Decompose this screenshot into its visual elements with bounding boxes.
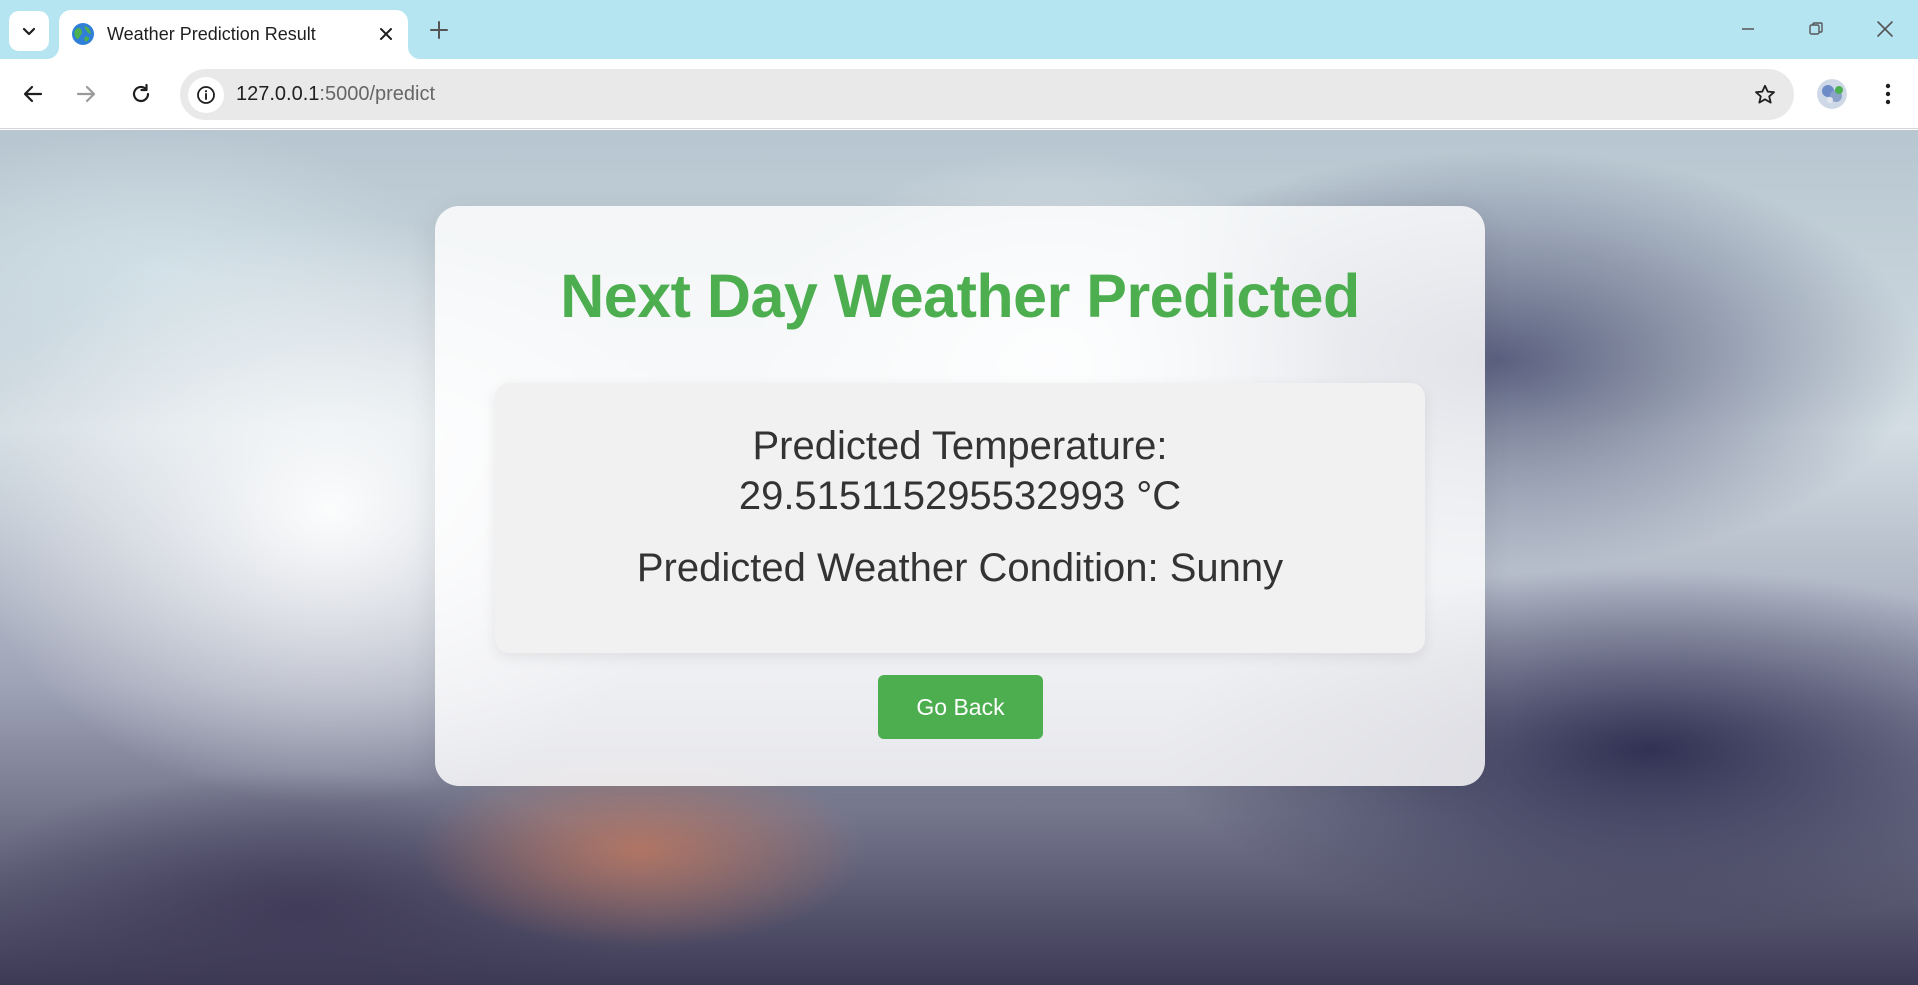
page-viewport: Next Day Weather Predicted Predicted Tem… (0, 130, 1918, 985)
back-button[interactable] (13, 74, 53, 114)
tab-title: Weather Prediction Result (107, 24, 316, 44)
tab-strip: Weather Prediction Result (0, 0, 1918, 59)
new-tab-button[interactable] (424, 15, 454, 45)
prediction-box: Predicted Temperature: 29.51511529553299… (495, 383, 1425, 653)
avatar-icon (1817, 79, 1847, 109)
minimize-icon (1742, 28, 1754, 30)
forward-button[interactable] (66, 74, 106, 114)
url-text: 127.0.0.1:5000/predict (236, 83, 435, 106)
close-icon (380, 28, 392, 40)
chevron-down-icon (22, 27, 36, 36)
close-window-button[interactable] (1861, 12, 1909, 46)
info-icon (197, 86, 215, 104)
url-host: 127.0.0.1 (236, 83, 320, 105)
reload-button[interactable] (121, 74, 161, 114)
tab-search-button[interactable] (9, 11, 49, 51)
site-info-button[interactable] (188, 77, 224, 113)
predicted-condition: Predicted Weather Condition: Sunny (636, 546, 1284, 590)
arrow-right-icon (76, 85, 96, 103)
close-icon (1877, 21, 1893, 37)
address-bar[interactable]: 127.0.0.1:5000/predict (180, 69, 1794, 120)
profile-avatar[interactable] (1817, 79, 1847, 109)
minimize-button[interactable] (1724, 12, 1772, 46)
arrow-left-icon (23, 85, 43, 103)
plus-icon (430, 21, 448, 39)
browser-menu-button[interactable] (1870, 76, 1906, 112)
predicted-temperature: Predicted Temperature: 29.51511529553299… (738, 424, 1182, 518)
more-vert-icon (1885, 83, 1891, 105)
go-back-button[interactable]: Go Back (878, 675, 1043, 739)
restore-button[interactable] (1792, 12, 1840, 46)
restore-icon (1809, 22, 1823, 35)
active-tab[interactable]: Weather Prediction Result (59, 10, 408, 59)
globe-icon (72, 23, 94, 45)
page-title: Next Day Weather Predicted (560, 262, 1360, 330)
bookmark-button[interactable] (1748, 78, 1782, 112)
browser-toolbar: 127.0.0.1:5000/predict (0, 59, 1918, 129)
reload-icon (132, 83, 150, 103)
star-icon (1755, 84, 1775, 104)
tab-close-button[interactable] (374, 22, 398, 46)
url-path: :5000/predict (319, 83, 436, 105)
result-card: Next Day Weather Predicted Predicted Tem… (435, 206, 1485, 786)
